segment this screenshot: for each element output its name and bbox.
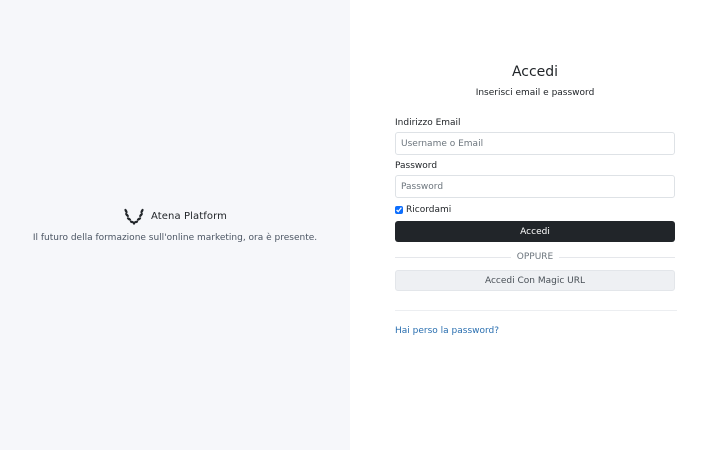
email-field[interactable] (395, 132, 675, 155)
section-separator (395, 310, 677, 311)
magic-url-button[interactable]: Accedi Con Magic URL (395, 270, 675, 291)
divider-line-right (559, 256, 675, 258)
remember-checkbox[interactable] (395, 205, 403, 214)
forgot-password-link[interactable]: Hai perso la password? (395, 326, 499, 336)
brand-name: Atena Platform (151, 210, 227, 222)
password-label: Password (395, 161, 438, 171)
page-subtitle: Inserisci email e password (475, 88, 595, 98)
login-page: Atena Platform Il futuro della formazion… (0, 0, 720, 450)
brand-tagline: Il futuro della formazione sull'online m… (32, 233, 318, 243)
divider-text: OPPURE (516, 252, 554, 262)
remember-label[interactable]: Ricordami (406, 205, 451, 215)
remember-me: Ricordami (395, 204, 675, 215)
password-field[interactable] (395, 175, 675, 198)
page-title: Accedi (511, 64, 559, 80)
login-panel: Accedi Inserisci email e password Indiri… (350, 0, 720, 450)
brand-panel: Atena Platform Il futuro della formazion… (0, 0, 350, 450)
laurel-wreath-icon (123, 207, 145, 225)
login-form: Accedi Inserisci email e password Indiri… (395, 64, 677, 337)
email-label: Indirizzo Email (395, 118, 461, 128)
or-divider: OPPURE (395, 251, 675, 263)
brand: Atena Platform (123, 207, 227, 225)
login-button[interactable]: Accedi (395, 221, 675, 242)
divider-line-left (395, 256, 511, 258)
